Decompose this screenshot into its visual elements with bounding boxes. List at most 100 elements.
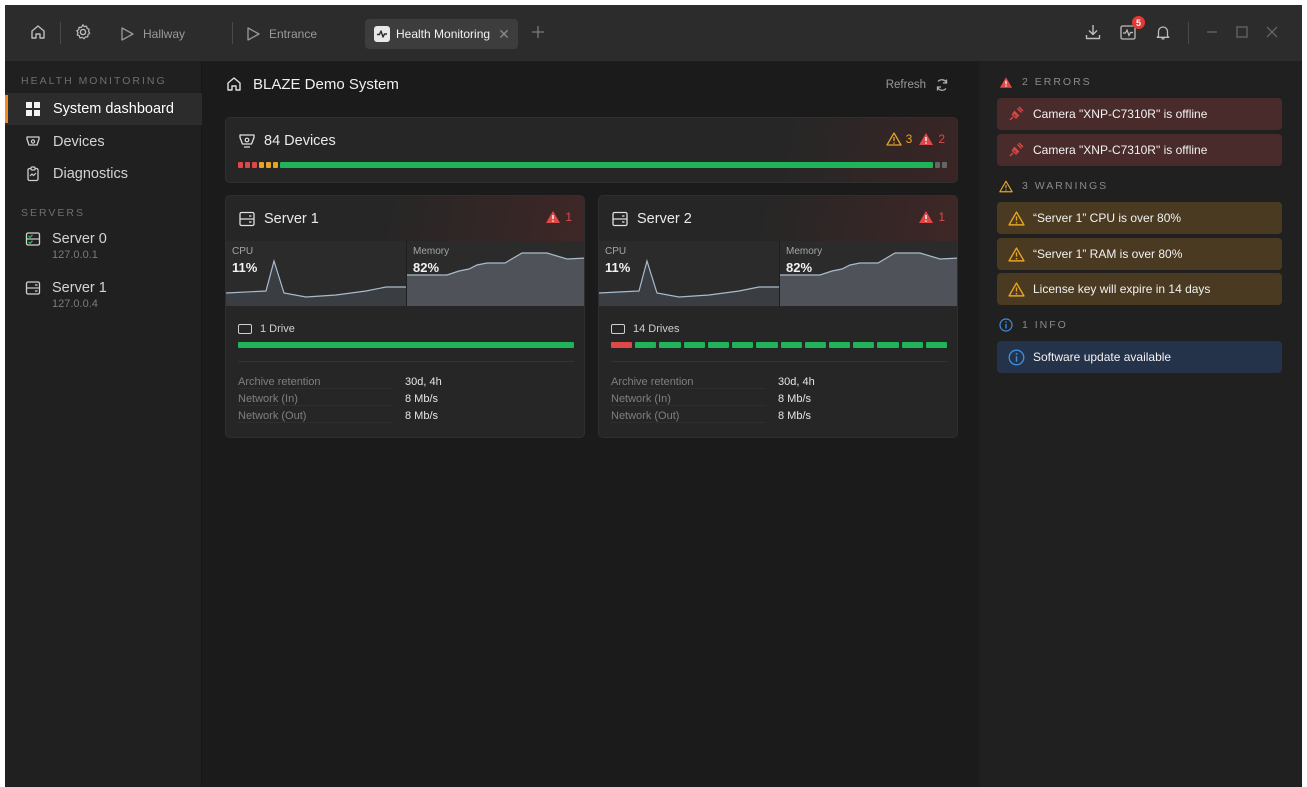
drive-status-bar — [238, 342, 574, 348]
warning-alert-item[interactable]: “Server 1” RAM is over 80% — [997, 238, 1282, 270]
stat-value: 30d, 4h — [405, 376, 442, 388]
drives-count: 14 Drives — [633, 323, 680, 335]
diagnostics-clipboard-icon — [25, 166, 41, 182]
sidebar-server-0[interactable]: Server 0 127.0.0.1 — [25, 231, 195, 261]
stat-network-in: Network (In) 8 Mb/s — [238, 393, 574, 406]
stat-key: Network (In) — [238, 393, 393, 406]
memory-label: Memory — [413, 246, 450, 257]
errors-header-label: 2 ERRORS — [1022, 76, 1092, 88]
home-icon[interactable] — [27, 21, 49, 43]
title-bar: Hallway Entrance Health Monitoring ✕ 5 — [5, 5, 1302, 61]
devices-summary-card[interactable]: 84 Devices 3 2 — [225, 117, 958, 183]
download-icon[interactable] — [1082, 21, 1104, 43]
stat-value: 8 Mb/s — [405, 393, 439, 405]
warning-alert-item[interactable]: License key will expire in 14 days — [997, 273, 1282, 305]
stat-network-out: Network (Out) 8 Mb/s — [611, 410, 947, 423]
server-ok-icon — [25, 231, 41, 247]
refresh-button[interactable]: Refresh — [886, 77, 950, 93]
add-tab-icon[interactable] — [527, 21, 549, 43]
info-icon — [1007, 348, 1025, 366]
alerts-panel: 2 ERRORS Camera "XNP-C7310R" is offline … — [979, 61, 1302, 787]
server-ip: 127.0.0.1 — [52, 249, 98, 261]
sidebar-item-diagnostics[interactable]: Diagnostics — [5, 158, 202, 190]
alert-text: Camera "XNP-C7310R" is offline — [1033, 107, 1208, 121]
bell-icon[interactable] — [1152, 21, 1174, 43]
error-triangle-icon — [546, 211, 561, 223]
drive-segment-ok — [925, 342, 948, 348]
error-alert-item[interactable]: Camera "XNP-C7310R" is offline — [997, 98, 1282, 130]
close-window-icon[interactable] — [1261, 21, 1283, 43]
server-error-badge: 1 — [918, 210, 945, 224]
notification-badge: 5 — [1132, 16, 1145, 29]
refresh-label: Refresh — [885, 79, 926, 91]
device-warning-segment — [273, 162, 278, 168]
drive-icon — [611, 324, 625, 334]
warning-alert-item[interactable]: “Server 1” CPU is over 80% — [997, 202, 1282, 234]
sidebar-item-label: System dashboard — [53, 101, 174, 117]
warning-triangle-icon — [885, 132, 902, 146]
server-ip: 127.0.0.4 — [52, 298, 98, 310]
drive-segment-ok — [804, 342, 826, 348]
tab-divider — [232, 22, 233, 44]
stat-network-out: Network (Out) 8 Mb/s — [238, 410, 574, 423]
pulse-icon — [374, 26, 390, 42]
titlebar-divider — [1188, 22, 1189, 44]
devices-title: 84 Devices — [264, 133, 336, 149]
warning-triangle-icon — [1007, 209, 1025, 227]
tab-label: Entrance — [269, 27, 318, 41]
sidebar-item-system-dashboard[interactable]: System dashboard — [5, 93, 202, 125]
cpu-label: CPU — [232, 246, 254, 257]
info-alert-item[interactable]: Software update available — [997, 341, 1282, 373]
titlebar-divider — [60, 22, 61, 44]
page-header: BLAZE Demo System — [225, 75, 399, 93]
sidebar-section-health-monitoring: HEALTH MONITORING — [21, 75, 167, 87]
drive-segment-ok — [780, 342, 802, 348]
device-offline-segment — [942, 162, 947, 168]
drives-label: 14 Drives — [611, 323, 679, 335]
minimize-icon[interactable] — [1201, 21, 1223, 43]
error-alert-item[interactable]: Camera "XNP-C7310R" is offline — [997, 134, 1282, 166]
error-count-badge: 2 — [918, 132, 945, 146]
errors-header: 2 ERRORS — [999, 75, 1092, 89]
tab-label: Health Monitoring — [396, 27, 491, 41]
drive-segment-ok — [238, 342, 574, 348]
card-divider — [611, 361, 947, 362]
sidebar-item-label: Devices — [53, 134, 105, 150]
memory-value: 82% — [413, 260, 440, 275]
drive-segment-ok — [683, 342, 705, 348]
sidebar-server-1[interactable]: Server 1 127.0.0.4 — [25, 280, 195, 310]
warning-triangle-icon — [999, 179, 1013, 193]
warning-triangle-icon — [1007, 280, 1025, 298]
device-error-segment — [252, 162, 257, 168]
cpu-chart: CPU 11% — [599, 241, 779, 306]
sidebar-item-devices[interactable]: Devices — [5, 126, 202, 158]
settings-gear-icon[interactable] — [72, 21, 94, 43]
stat-value: 30d, 4h — [778, 376, 815, 388]
drive-segment-ok — [877, 342, 899, 348]
maximize-icon[interactable] — [1231, 21, 1253, 43]
drive-segment-ok — [853, 342, 875, 348]
server-card-1[interactable]: Server 1 1 CPU 11% Memory 82% 1 Drive Ar… — [225, 195, 585, 438]
server-name: Server 0 — [52, 231, 107, 247]
stat-value: 8 Mb/s — [778, 393, 812, 405]
memory-chart: Memory 82% — [406, 241, 584, 306]
server-icon — [25, 280, 41, 296]
stat-key: Network (Out) — [611, 410, 766, 423]
error-count: 1 — [938, 210, 945, 224]
refresh-icon — [934, 77, 950, 93]
server-card-2[interactable]: Server 2 1 CPU 11% Memory 82% 14 Drives … — [598, 195, 958, 438]
tab-health-monitoring[interactable]: Health Monitoring ✕ — [365, 19, 518, 49]
warning-count-badge: 3 — [885, 132, 912, 146]
stat-value: 8 Mb/s — [405, 410, 439, 422]
health-status-icon[interactable]: 5 — [1117, 16, 1145, 43]
camera-icon — [25, 134, 41, 150]
device-ok-segment — [280, 162, 933, 168]
device-error-segment — [238, 162, 243, 168]
app-window: Hallway Entrance Health Monitoring ✕ 5 H… — [5, 5, 1302, 787]
drive-segment-ok — [659, 342, 681, 348]
close-tab-icon[interactable]: ✕ — [498, 26, 510, 43]
tab-hallway[interactable]: Hallway — [117, 19, 185, 49]
device-warning-segment — [259, 162, 264, 168]
tab-entrance[interactable]: Entrance — [243, 19, 317, 49]
info-header: 1 INFO — [999, 318, 1068, 332]
